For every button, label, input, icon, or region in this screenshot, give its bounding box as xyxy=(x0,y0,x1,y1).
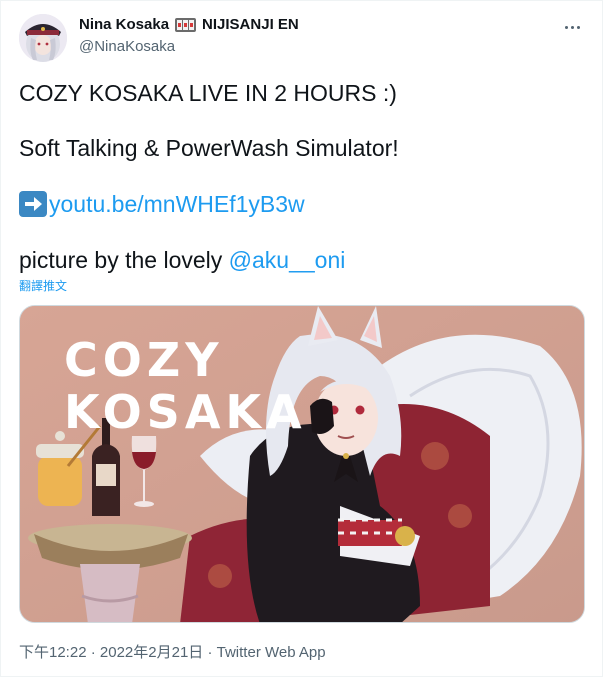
right-arrow-icon xyxy=(19,191,47,217)
author-avatar[interactable] xyxy=(19,14,67,62)
credit-prefix: picture by the lovely xyxy=(19,247,229,273)
tweet-card: Nina Kosaka NIJISANJI EN @NinaKosaka COZ… xyxy=(0,0,603,677)
tweet-text-line: COZY KOSAKA LIVE IN 2 HOURS :) xyxy=(19,80,397,106)
author-affiliation: NIJISANJI EN xyxy=(202,16,299,33)
tweet-metadata: 下午12:22 · 2022年2月21日 · Twitter Web App xyxy=(19,641,326,662)
tweet-date[interactable]: 2022年2月21日 xyxy=(100,644,203,661)
more-options-icon[interactable] xyxy=(560,15,584,39)
meta-separator: · xyxy=(203,644,217,661)
author-handle[interactable]: @NinaKosaka xyxy=(79,38,175,55)
tweet-credit-line: picture by the lovely @aku__oni xyxy=(19,246,345,274)
tweet-media-image[interactable]: COZY KOSAKA xyxy=(19,305,585,623)
media-title-line: KOSAKA xyxy=(64,385,307,439)
tweet-link-line: youtu.be/mnWHEf1yB3w xyxy=(19,190,305,218)
artist-mention-link[interactable]: @aku__oni xyxy=(229,247,346,273)
youtube-link[interactable]: youtu.be/mnWHEf1yB3w xyxy=(49,190,305,218)
slot-machine-icon xyxy=(175,17,197,32)
media-title-line: COZY xyxy=(64,333,224,387)
tweet-time[interactable]: 下午12:22 xyxy=(19,644,87,661)
meta-separator: · xyxy=(86,644,100,661)
tweet-text-line: Soft Talking & PowerWash Simulator! xyxy=(19,135,399,161)
author-display-name[interactable]: Nina Kosaka xyxy=(79,16,169,33)
translate-tweet-link[interactable]: 翻譯推文 xyxy=(19,277,67,294)
tweet-source[interactable]: Twitter Web App xyxy=(217,644,326,661)
author-name-row: Nina Kosaka NIJISANJI EN xyxy=(79,16,299,33)
media-title: COZY KOSAKA xyxy=(64,334,307,438)
